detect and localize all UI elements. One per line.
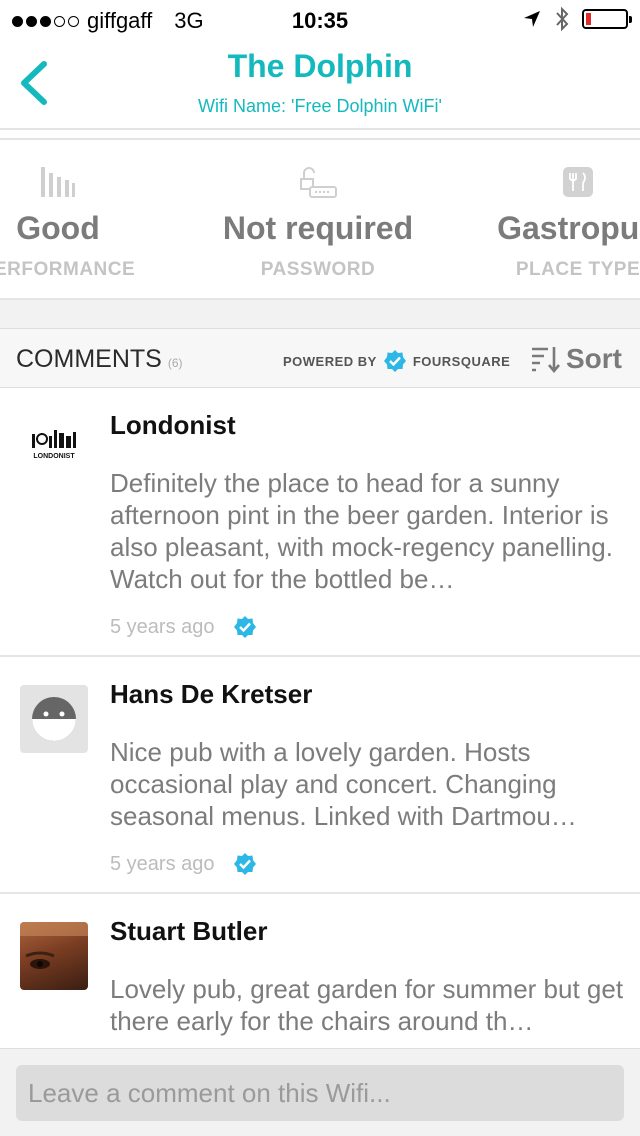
comment-author[interactable]: Stuart Butler	[110, 916, 624, 947]
status-bar: giffgaff 3G 10:35	[0, 0, 640, 40]
sort-icon	[532, 347, 560, 373]
comments-title-label: COMMENTS	[16, 345, 162, 373]
navigation-bar: The Dolphin Wifi Name: 'Free Dolphin WiF…	[0, 40, 640, 130]
foursquare-label: FOURSQUARE	[412, 353, 511, 369]
sort-label: Sort	[566, 343, 622, 374]
comment-text: Lovely pub, great garden for summer but …	[110, 974, 624, 1036]
sort-button[interactable]: Sort	[530, 343, 622, 375]
stat-label: PLACE TYPE	[515, 259, 640, 280]
foursquare-badge-icon	[233, 616, 256, 638]
list-item: Hans De Kretser Nice pub with a lovely g…	[0, 657, 640, 894]
stat-place-type: Gastropub PLACE TYPE	[448, 164, 640, 281]
stat-label: PASSWORD	[260, 259, 376, 280]
comments-header: COMMENTS (6) POWERED BY FOURSQUARE Sort	[0, 328, 640, 388]
location-arrow-icon	[524, 11, 540, 27]
wifi-stats: Good PERFORMANCE Not required PASSWORD G…	[0, 138, 640, 300]
avatar: LONDONIST	[20, 420, 88, 488]
comment-time: 5 years ago	[110, 615, 215, 638]
avatar	[20, 685, 88, 753]
avatar	[20, 922, 88, 990]
comment-meta: 5 years ago	[110, 615, 624, 639]
bluetooth-icon	[556, 6, 569, 32]
comment-time: 5 years ago	[110, 852, 215, 875]
comments-count: (6)	[167, 356, 183, 370]
stat-performance: Good PERFORMANCE	[0, 164, 188, 281]
comment-text: Definitely the place to head for a sunny…	[110, 468, 613, 594]
restaurant-icon	[563, 167, 593, 197]
comment-text: Nice pub with a lovely garden. Hosts occ…	[110, 737, 577, 831]
powered-by-foursquare: POWERED BY FOURSQUARE	[283, 349, 510, 373]
comment-input[interactable]	[16, 1065, 624, 1121]
londonist-logo: LONDONIST	[32, 430, 76, 460]
comment-author[interactable]: Hans De Kretser	[110, 679, 624, 710]
powered-by-label: POWERED BY	[283, 353, 377, 369]
stat-label: PERFORMANCE	[0, 259, 136, 280]
stat-value: Not required	[222, 210, 414, 246]
signal-bars-icon	[41, 167, 75, 197]
avatar-text: LONDONIST	[33, 453, 75, 460]
user-photo	[20, 922, 88, 969]
comments-list[interactable]: LONDONIST Londonist Definitely the place…	[0, 388, 640, 1048]
page-title: The Dolphin	[227, 48, 413, 84]
wifi-name: Wifi Name: 'Free Dolphin WiFi'	[198, 96, 442, 116]
foursquare-badge-icon	[233, 853, 256, 875]
comments-title: COMMENTS (6)	[16, 345, 183, 374]
stat-value: Gastropub	[497, 210, 640, 246]
stat-value: Good	[16, 210, 100, 246]
comment-composer	[0, 1048, 640, 1136]
default-avatar-icon	[32, 697, 76, 741]
section-divider	[0, 300, 640, 328]
foursquare-badge-icon	[383, 350, 406, 372]
battery-icon	[582, 9, 632, 29]
comment-author[interactable]: Londonist	[110, 410, 624, 441]
list-item: Stuart Butler Lovely pub, great garden f…	[0, 894, 640, 1048]
unlocked-router-icon	[300, 167, 337, 198]
list-item: LONDONIST Londonist Definitely the place…	[0, 388, 640, 657]
stat-password: Not required PASSWORD	[188, 164, 448, 281]
comment-meta: 5 years ago	[110, 852, 624, 876]
